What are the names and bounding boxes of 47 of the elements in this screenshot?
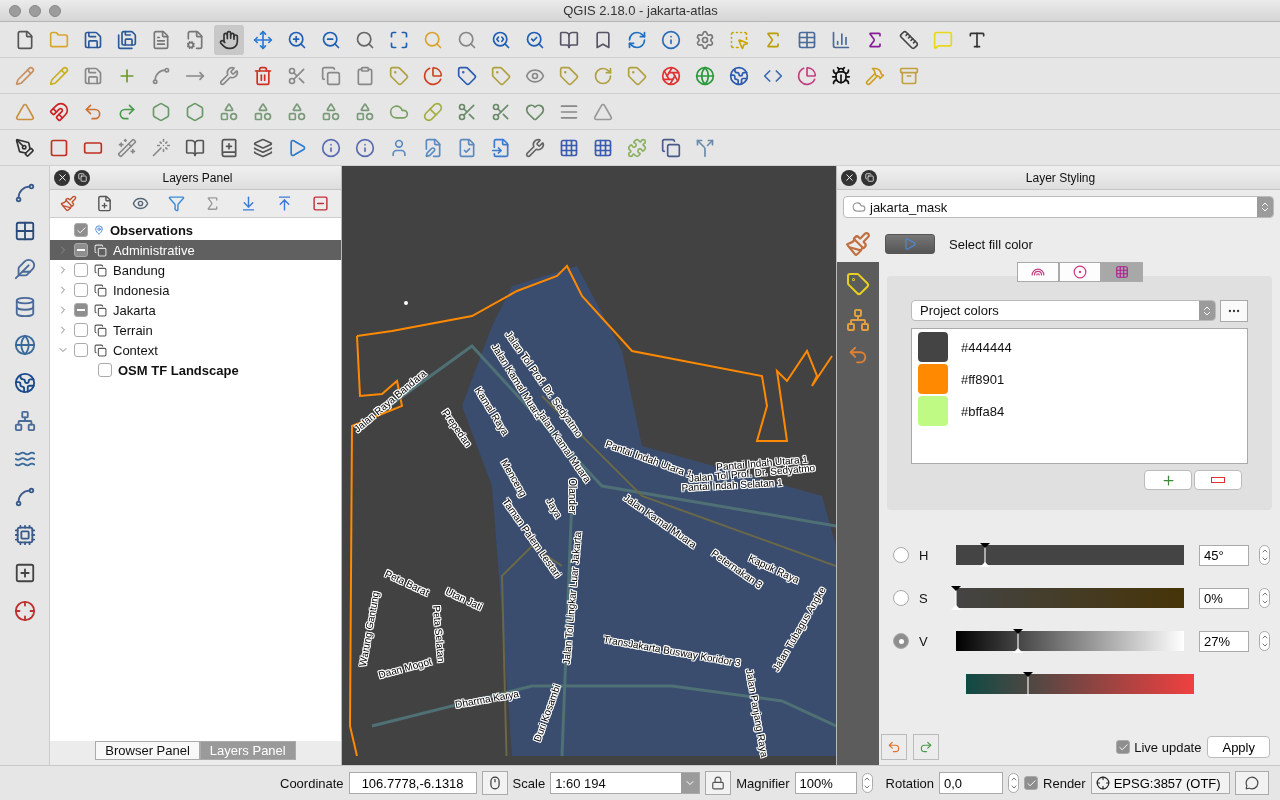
- layer-row[interactable]: Administrative: [50, 240, 341, 260]
- crs-button[interactable]: EPSG:3857 (OTF): [1090, 772, 1230, 794]
- layer-name: Indonesia: [113, 282, 170, 298]
- slider-label: H: [919, 547, 930, 563]
- layer-name: Observations: [110, 222, 194, 238]
- layer-name: Bandung: [113, 262, 166, 278]
- rotation-field[interactable]: 0,0: [939, 772, 1004, 794]
- layer-row[interactable]: Jakarta: [50, 300, 341, 320]
- layer-row[interactable]: Bandung: [50, 260, 341, 280]
- slider-label: V: [919, 633, 929, 649]
- window-title: QGIS 2.18.0 - jakarta-atlas: [562, 3, 719, 18]
- magnifier-label: Magnifier: [736, 775, 790, 791]
- scale-select[interactable]: 1:60 194: [550, 772, 701, 794]
- rotation-label: Rotation: [885, 775, 935, 791]
- color-code: #bffa84: [961, 403, 1005, 419]
- panel-tab[interactable]: Browser Panel: [95, 741, 200, 760]
- scale-label: Scale: [512, 775, 546, 791]
- road-label: Jalan Panjang Raya: [743, 667, 771, 759]
- layer-select[interactable]: jakarta_mask: [843, 196, 1274, 218]
- panel-title: Layers Panel: [161, 170, 234, 185]
- apply-button[interactable]: Apply: [1207, 736, 1270, 758]
- magnifier-field[interactable]: 100%: [794, 772, 857, 794]
- road-label: Dharma Karya: [454, 688, 520, 710]
- section-heading: Select fill color: [949, 236, 1033, 252]
- layer-row[interactable]: Terrain: [50, 320, 341, 340]
- color-code: #444444: [961, 339, 1012, 355]
- layer-name: OSM TF Landscape: [118, 362, 239, 378]
- panel-title: Layer Styling: [1024, 170, 1097, 185]
- coordinate-label: Coordinate: [280, 775, 344, 791]
- palette-select[interactable]: Project colors: [911, 300, 1216, 321]
- layer-row[interactable]: Indonesia: [50, 280, 341, 300]
- checkbox-label: Live update: [1134, 739, 1202, 755]
- value-field[interactable]: 0%: [1199, 587, 1249, 609]
- value-field[interactable]: 27%: [1199, 630, 1249, 652]
- layer-name: Terrain: [113, 322, 153, 338]
- layer-row[interactable]: Context: [50, 340, 341, 360]
- layer-row[interactable]: OSM TF Landscape: [50, 360, 341, 380]
- layer-name: Administrative: [113, 242, 195, 258]
- layer-name: Jakarta: [113, 302, 156, 318]
- coordinate-field[interactable]: 106.7778,-6.1318: [348, 772, 477, 794]
- slider-label: S: [919, 590, 929, 606]
- layer-row[interactable]: Observations: [50, 220, 341, 240]
- layer-name: Context: [113, 342, 158, 358]
- render-label: Render: [1043, 775, 1086, 791]
- value-field[interactable]: 45°: [1199, 544, 1249, 566]
- road-label: Utan Jati: [443, 585, 485, 613]
- color-code: #ff8901: [961, 371, 1005, 387]
